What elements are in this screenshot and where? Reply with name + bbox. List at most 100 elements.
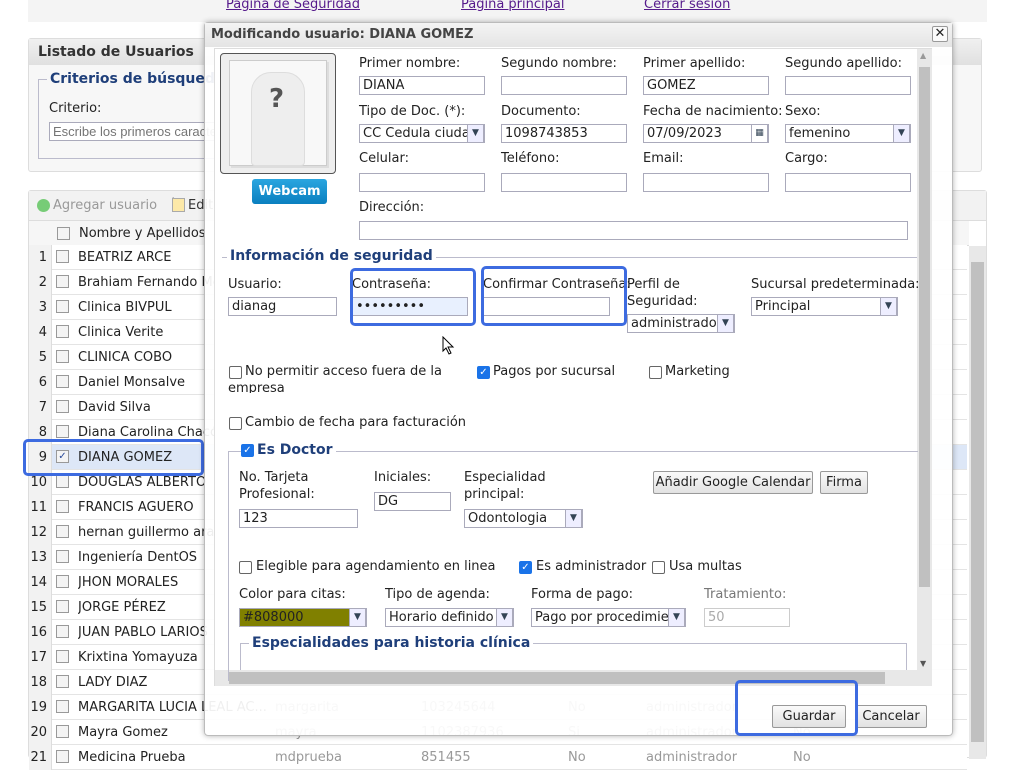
- calendar-icon[interactable]: ▦: [751, 125, 768, 142]
- row-checkbox[interactable]: [56, 575, 69, 588]
- row-checkbox[interactable]: [56, 350, 69, 363]
- dialog-title: Modificando usuario: DIANA GOMEZ: [205, 23, 952, 47]
- elegible-checkbox[interactable]: [239, 561, 252, 574]
- chevron-down-icon: ▼: [496, 609, 513, 626]
- field-label: Segundo apellido:: [785, 56, 902, 71]
- es-doctor-checkbox[interactable]: ✓: [241, 444, 254, 457]
- row-checkbox[interactable]: [56, 300, 69, 313]
- fecha-de-nacimiento-input[interactable]: 07/09/2023 ▦: [643, 124, 769, 143]
- tipo-agenda-select[interactable]: Horario definido ▼: [385, 608, 514, 627]
- forma-pago-value: Pago por procedimiento: [535, 610, 686, 625]
- row-checkbox[interactable]: [56, 750, 69, 763]
- segundo-apellido-input[interactable]: [785, 76, 911, 95]
- row-checkbox[interactable]: [56, 600, 69, 613]
- tarjeta-input[interactable]: 123: [239, 509, 358, 528]
- row-checkbox[interactable]: [56, 250, 69, 263]
- pagos-sucursal-checkbox[interactable]: ✓: [477, 366, 490, 379]
- field-label: Celular:: [359, 151, 410, 166]
- row-number: 20: [29, 720, 52, 745]
- main-page-link[interactable]: Pagina principal: [461, 0, 564, 12]
- documento-input[interactable]: 1098743853: [501, 124, 627, 143]
- row-checkbox[interactable]: [56, 725, 69, 738]
- iniciales-input[interactable]: DG: [374, 492, 451, 511]
- dialog-vertical-scrollbar[interactable]: ▲ ▼: [917, 49, 932, 670]
- row-number: 15: [29, 595, 52, 620]
- row-number: 19: [29, 695, 52, 720]
- row-checkbox[interactable]: [56, 375, 69, 388]
- color-select[interactable]: #808000 ▼: [239, 608, 367, 627]
- primer-nombre-input[interactable]: DIANA: [359, 76, 485, 95]
- chevron-down-icon: ▼: [717, 315, 734, 332]
- photo-placeholder: ?: [220, 53, 336, 174]
- field-value: DIANA: [363, 78, 405, 93]
- sexo-input[interactable]: femenino ▼: [785, 124, 911, 143]
- row-checkbox[interactable]: [56, 325, 69, 338]
- no-acceso-checkbox[interactable]: [229, 366, 242, 379]
- tratamiento-label: Tratamiento:: [704, 587, 787, 602]
- especialidad-label: Especialidad: [464, 470, 546, 485]
- chevron-down-icon: ▼: [565, 510, 582, 527]
- sucursal-select[interactable]: Principal ▼: [751, 297, 898, 316]
- add-icon: [37, 199, 50, 212]
- tipo-agenda-value: Horario definido: [389, 610, 494, 625]
- field-label: Primer nombre:: [359, 56, 461, 71]
- direccion-input[interactable]: [359, 221, 908, 240]
- row-number: 6: [29, 370, 52, 395]
- security-legend: Información de seguridad: [227, 248, 436, 264]
- grid-scrollbar[interactable]: [969, 246, 986, 759]
- mouse-cursor-icon: [442, 336, 455, 355]
- row-number: 5: [29, 345, 52, 370]
- usuario-input[interactable]: dianag: [228, 297, 337, 316]
- add-user-button[interactable]: Agregar usuario: [53, 198, 157, 213]
- cargo-input[interactable]: [785, 173, 911, 192]
- usa-multas-checkbox[interactable]: [652, 561, 665, 574]
- tipo-de-doc-input[interactable]: CC Cedula ciudadania▼: [359, 124, 485, 143]
- row-checkbox[interactable]: [56, 500, 69, 513]
- email-input[interactable]: [643, 173, 769, 192]
- es-admin-checkbox[interactable]: ✓: [519, 561, 532, 574]
- color-label: Color para citas:: [239, 587, 346, 602]
- es-admin-label: Es administrador: [536, 559, 647, 574]
- celular-input[interactable]: [359, 173, 485, 192]
- teléfono-input[interactable]: [501, 173, 627, 192]
- iniciales-label: Iniciales:: [374, 470, 432, 485]
- row-checkbox[interactable]: [56, 475, 69, 488]
- segundo-nombre-input[interactable]: [501, 76, 627, 95]
- row-number: 1: [29, 245, 52, 270]
- row-number: 2: [29, 270, 52, 295]
- field-label: Fecha de nacimiento:: [643, 104, 783, 119]
- marketing-checkbox[interactable]: [649, 366, 662, 379]
- highlight-confirm-password: [481, 266, 627, 326]
- row-checkbox[interactable]: [56, 650, 69, 663]
- primer-apellido-input[interactable]: GOMEZ: [643, 76, 769, 95]
- forma-pago-select[interactable]: Pago por procedimiento ▼: [531, 608, 686, 627]
- row-checkbox[interactable]: [56, 275, 69, 288]
- google-calendar-button[interactable]: Añadir Google Calendar: [653, 471, 813, 494]
- logout-link[interactable]: Cerrar sesión: [644, 0, 730, 12]
- chevron-down-icon: ▼: [880, 298, 897, 315]
- cancel-button[interactable]: Cancelar: [855, 705, 927, 728]
- row-checkbox[interactable]: [56, 400, 69, 413]
- row-checkbox[interactable]: [56, 525, 69, 538]
- security-page-link[interactable]: Pagina de Seguridad: [226, 0, 360, 12]
- row-checkbox[interactable]: [56, 700, 69, 713]
- webcam-button[interactable]: Webcam: [252, 179, 327, 204]
- row-checkbox[interactable]: [56, 625, 69, 638]
- pagos-label: Pagos por sucursal: [493, 364, 616, 379]
- close-icon[interactable]: ✕: [932, 26, 948, 42]
- especialidad-label-2: principal:: [464, 487, 525, 502]
- field-label: Documento:: [501, 104, 581, 119]
- header-name: Nombre y Apellidos: [79, 226, 206, 241]
- no-acceso-label: No permitir acceso fuera de la: [245, 364, 442, 379]
- firma-button[interactable]: Firma: [820, 471, 868, 494]
- especialidad-select[interactable]: Odontologia ▼: [464, 509, 583, 528]
- sucursal-value: Principal: [755, 299, 811, 314]
- perfil-select[interactable]: administrador ▼: [627, 314, 735, 333]
- row-checkbox[interactable]: [56, 425, 69, 438]
- row-checkbox[interactable]: [56, 550, 69, 563]
- row-checkbox[interactable]: [56, 675, 69, 688]
- cambio-fecha-checkbox[interactable]: [229, 417, 242, 430]
- perfil-label-2: Seguridad:: [627, 294, 698, 309]
- especialidades-legend: Especialidades para historia clínica: [249, 635, 534, 651]
- select-all-checkbox[interactable]: [57, 227, 70, 240]
